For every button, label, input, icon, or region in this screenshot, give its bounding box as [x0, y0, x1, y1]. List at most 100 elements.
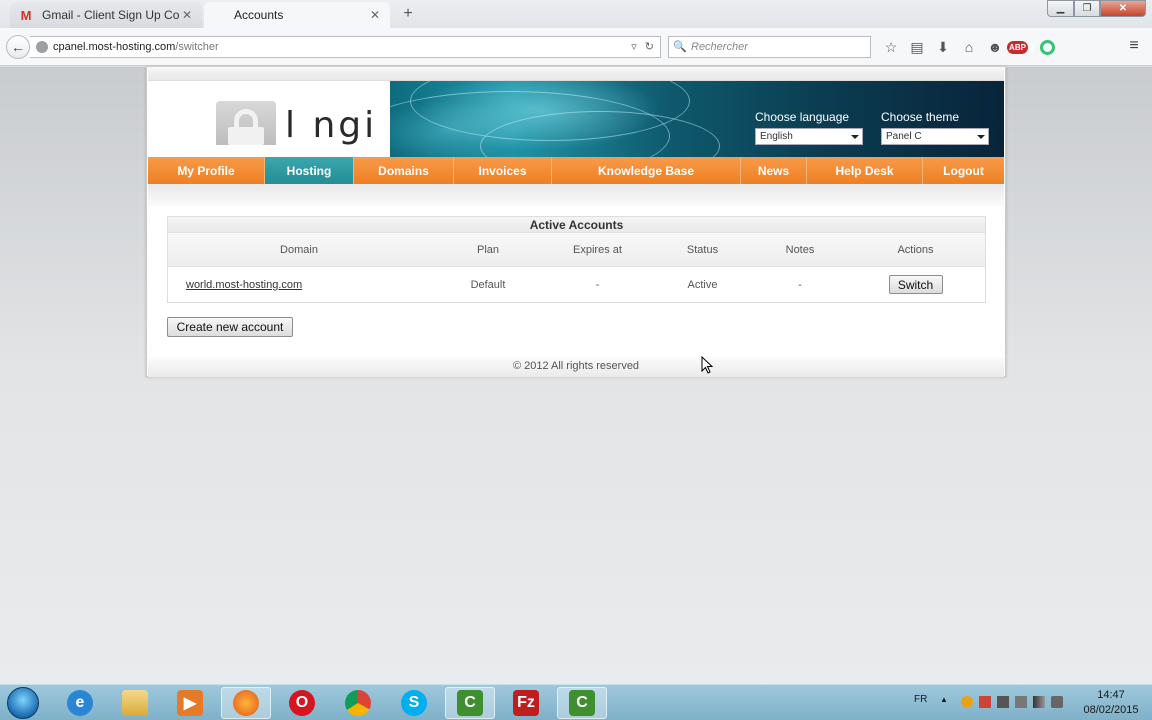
toolbar-icons: ☆ ▤ ⬇ ⌂ ☻ ABP ▾: [878, 37, 1060, 57]
tab-gmail[interactable]: M Gmail - Client Sign Up Con... ✕: [10, 2, 202, 28]
menu-item-invoices[interactable]: Invoices: [454, 157, 552, 184]
expires-cell: -: [595, 278, 600, 291]
window-close-icon[interactable]: ✕: [1100, 0, 1146, 17]
menu-item-knowledge-base[interactable]: Knowledge Base: [552, 157, 741, 184]
folder-icon: [122, 690, 148, 716]
main-menu: My Profile Hosting Domains Invoices Know…: [148, 157, 1004, 184]
tab-title: Gmail - Client Sign Up Con...: [42, 8, 180, 22]
firefox-icon: [233, 690, 259, 716]
search-placeholder: Rechercher: [691, 41, 748, 53]
taskbar-skype[interactable]: S: [389, 687, 439, 719]
page-viewport: l ngi Choose language English Choose the…: [0, 67, 1152, 684]
reload-icon[interactable]: ↻: [645, 40, 654, 53]
tray-device-icon[interactable]: [997, 696, 1009, 708]
menu-item-help-desk[interactable]: Help Desk: [807, 157, 923, 184]
top-strip: [148, 67, 1004, 81]
input-language[interactable]: FR: [914, 694, 927, 705]
internet-explorer-icon: e: [67, 690, 93, 716]
browser-nav-bar: ← cpanel.most-hosting.com /switcher ▿ ↻ …: [0, 28, 1152, 66]
language-selected: English: [760, 131, 793, 142]
windows-taskbar: e ▶ O S C Fz C FR ▲ 14:47 08/02/2015: [0, 684, 1152, 720]
globe-icon: [36, 41, 48, 53]
adblock-icon[interactable]: ABP ▾: [1007, 37, 1035, 57]
tray-flag-icon[interactable]: [979, 696, 991, 708]
column-header-plan: Plan: [476, 243, 500, 256]
network-signal-icon[interactable]: [1033, 696, 1045, 708]
clock-date[interactable]: 08/02/2015: [1076, 704, 1146, 716]
camtasia-icon: C: [457, 690, 483, 716]
mouse-cursor-icon: [701, 356, 713, 374]
taskbar-opera[interactable]: O: [277, 687, 327, 719]
show-hidden-icons-icon[interactable]: ▲: [940, 695, 948, 704]
menu-item-news[interactable]: News: [741, 157, 807, 184]
table-caption: Active Accounts: [168, 217, 985, 233]
taskbar-internet-explorer[interactable]: e: [55, 687, 105, 719]
volume-icon[interactable]: [1051, 696, 1063, 708]
taskbar-filezilla[interactable]: Fz: [501, 687, 551, 719]
taskbar-media-player[interactable]: ▶: [165, 687, 215, 719]
lock-icon: [216, 101, 276, 145]
active-accounts-table: Active Accounts Domain Plan Expires at S…: [167, 216, 986, 303]
logo-text: l ngi: [285, 105, 378, 146]
taskbar-file-explorer[interactable]: [110, 687, 160, 719]
tab-accounts[interactable]: Accounts ✕: [204, 2, 390, 28]
close-icon[interactable]: ✕: [180, 8, 194, 22]
dropdown-arrow-icon[interactable]: ▿: [631, 40, 637, 53]
download-icon[interactable]: ⬇: [930, 37, 956, 57]
minimize-icon[interactable]: ▁: [1047, 0, 1074, 17]
maximize-icon[interactable]: ❐: [1074, 0, 1100, 17]
media-player-icon: ▶: [177, 690, 203, 716]
sub-band: [148, 184, 1004, 206]
opera-icon: O: [289, 690, 315, 716]
new-tab-icon[interactable]: +: [398, 4, 418, 24]
language-select[interactable]: English: [755, 128, 863, 145]
windows-start-icon[interactable]: [7, 687, 39, 719]
column-header-actions: Actions: [897, 243, 934, 256]
extension-icon[interactable]: [1034, 37, 1060, 57]
menu-item-domains[interactable]: Domains: [354, 157, 454, 184]
browser-tab-bar: M Gmail - Client Sign Up Con... ✕ Accoun…: [0, 0, 1152, 28]
search-input[interactable]: 🔍 Rechercher: [668, 36, 871, 58]
column-header-status: Status: [686, 243, 719, 256]
taskbar-firefox[interactable]: [221, 687, 271, 719]
system-tray: FR ▲ 14:47 08/02/2015: [906, 685, 1152, 720]
tray-monitor-icon[interactable]: [1015, 696, 1027, 708]
taskbar-camtasia[interactable]: C: [445, 687, 495, 719]
taskbar-camtasia-recorder[interactable]: C: [557, 687, 607, 719]
theme-select[interactable]: Panel C: [881, 128, 989, 145]
menu-item-my-profile[interactable]: My Profile: [148, 157, 265, 184]
column-header-notes: Notes: [785, 243, 815, 256]
page-footer: © 2012 All rights reserved: [148, 357, 1004, 377]
url-host: cpanel.most-hosting.com: [53, 41, 176, 53]
clipboard-icon[interactable]: ▤: [904, 37, 930, 57]
tray-app-icon[interactable]: [961, 696, 973, 708]
table-row: world.most-hosting.com Default - Active …: [168, 267, 985, 302]
chat-icon[interactable]: ☻: [982, 37, 1008, 57]
home-icon[interactable]: ⌂: [956, 37, 982, 57]
hamburger-menu-icon[interactable]: ≡: [1124, 37, 1144, 57]
site-banner: l ngi Choose language English Choose the…: [148, 81, 1004, 157]
chevron-down-icon: [851, 135, 859, 139]
taskbar-chrome[interactable]: [333, 687, 383, 719]
address-bar[interactable]: cpanel.most-hosting.com /switcher ▿ ↻: [30, 36, 661, 58]
url-path: /switcher: [175, 41, 219, 53]
site-logo[interactable]: l ngi: [148, 81, 390, 157]
filezilla-icon: Fz: [513, 690, 539, 716]
chrome-icon: [345, 690, 371, 716]
actions-cell: Switch: [844, 267, 987, 302]
domain-link[interactable]: world.most-hosting.com: [186, 279, 302, 291]
gmail-icon: M: [20, 7, 32, 23]
close-icon[interactable]: ✕: [368, 8, 382, 22]
menu-item-logout[interactable]: Logout: [923, 157, 1004, 184]
plan-cell: Default: [470, 278, 506, 291]
column-header-domain: Domain: [280, 243, 318, 256]
camtasia-recorder-icon: C: [569, 690, 595, 716]
bookmark-star-icon[interactable]: ☆: [878, 37, 904, 57]
menu-item-hosting[interactable]: Hosting: [265, 157, 354, 184]
clock-time[interactable]: 14:47: [1076, 689, 1146, 701]
search-icon: 🔍: [673, 41, 687, 53]
create-new-account-button[interactable]: Create new account: [167, 317, 293, 337]
back-arrow-icon[interactable]: ←: [6, 35, 30, 59]
choose-theme-label: Choose theme: [881, 110, 960, 124]
switch-button[interactable]: Switch: [888, 275, 943, 294]
